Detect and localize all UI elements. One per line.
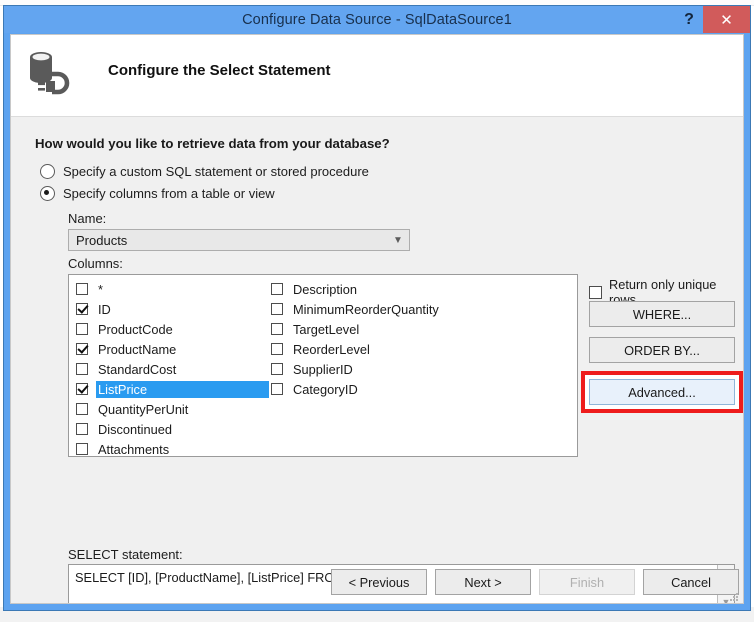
column-item-label: QuantityPerUnit [98, 401, 189, 417]
checkbox-icon-right-4[interactable] [271, 363, 283, 375]
checkbox-icon-right-3[interactable] [271, 343, 283, 355]
column-item-label: ProductCode [98, 321, 173, 337]
order-by-button[interactable]: ORDER BY... [589, 337, 735, 363]
checkbox-icon-left-4[interactable] [76, 363, 88, 375]
dialog-banner: Configure the Select Statement [11, 35, 743, 117]
checkbox-icon-right-5[interactable] [271, 383, 283, 395]
column-item[interactable]: ID [74, 299, 269, 319]
next-button[interactable]: Next > [435, 569, 531, 595]
column-item-label: TargetLevel [293, 321, 360, 337]
where-button[interactable]: WHERE... [589, 301, 735, 327]
resize-grip[interactable] [728, 590, 740, 602]
checkbox-icon-right-0[interactable] [271, 283, 283, 295]
dialog-client-area: Configure the Select Statement How would… [10, 34, 744, 604]
column-item-label: ProductName [98, 341, 177, 357]
checkbox-icon-left-0[interactable] [76, 283, 88, 295]
question-label: How would you like to retrieve data from… [35, 136, 390, 151]
column-item-label: Attachments [98, 441, 170, 457]
checkbox-icon-unique-rows [589, 285, 602, 299]
configure-data-source-dialog: Configure Data Source - SqlDataSource1 ?… [3, 5, 751, 611]
column-item-label: * [98, 281, 103, 297]
dialog-content: How would you like to retrieve data from… [11, 117, 743, 603]
cancel-button[interactable]: Cancel [643, 569, 739, 595]
page-title: Configure the Select Statement [108, 62, 331, 79]
column-item[interactable]: Description [269, 279, 519, 299]
checkbox-icon-left-8[interactable] [76, 443, 88, 455]
finish-button: Finish [539, 569, 635, 595]
column-item-label: ListPrice [96, 380, 269, 398]
advanced-button-highlight: Advanced... [581, 371, 743, 413]
radio-custom-sql[interactable]: Specify a custom SQL statement or stored… [40, 164, 369, 179]
column-item[interactable]: MinimumReorderQuantity [269, 299, 519, 319]
column-item[interactable]: QuantityPerUnit [74, 399, 269, 419]
title-bar-buttons: ? ✕ [675, 6, 750, 33]
radio-specify-columns[interactable]: Specify columns from a table or view [40, 186, 275, 201]
column-item[interactable]: ReorderLevel [269, 339, 519, 359]
table-name-dropdown[interactable]: Products ▼ [68, 229, 410, 251]
previous-button[interactable]: < Previous [331, 569, 427, 595]
help-icon[interactable]: ? [675, 6, 703, 33]
column-item[interactable]: ProductCode [74, 319, 269, 339]
select-statement-label: SELECT statement: [68, 547, 183, 562]
column-item-label: Discontinued [98, 421, 172, 437]
checkbox-icon-left-2[interactable] [76, 323, 88, 335]
table-name-value: Products [76, 232, 128, 248]
column-item[interactable]: ProductName [74, 339, 269, 359]
column-item[interactable]: StandardCost [74, 359, 269, 379]
window-title: Configure Data Source - SqlDataSource1 [242, 11, 512, 28]
radio-icon-custom-sql [40, 164, 55, 179]
title-bar: Configure Data Source - SqlDataSource1 ?… [4, 6, 750, 33]
name-label: Name: [68, 211, 107, 226]
column-item-label: SupplierID [293, 361, 353, 377]
column-item[interactable]: SupplierID [269, 359, 519, 379]
column-item[interactable]: CategoryID [269, 379, 519, 399]
checkbox-icon-right-1[interactable] [271, 303, 283, 315]
column-item-label: Description [293, 281, 358, 297]
checkbox-icon-right-2[interactable] [271, 323, 283, 335]
column-item-label: MinimumReorderQuantity [293, 301, 439, 317]
checkbox-icon-left-6[interactable] [76, 403, 88, 415]
checkbox-icon-left-3[interactable] [76, 343, 88, 355]
columns-label: Columns: [68, 256, 123, 271]
checkbox-icon-left-5[interactable] [76, 383, 88, 395]
radio-icon-specify-columns [40, 186, 55, 201]
column-item-label: CategoryID [293, 381, 358, 397]
database-connection-icon [24, 47, 80, 103]
columns-left-group: * ID ProductCode ProductName StandardCost Lis… [74, 279, 269, 459]
column-item[interactable]: Attachments [74, 439, 269, 459]
column-item[interactable]: ListPrice [74, 379, 269, 399]
column-item[interactable]: Discontinued [74, 419, 269, 439]
column-item-label: StandardCost [98, 361, 177, 377]
advanced-button[interactable]: Advanced... [589, 379, 735, 405]
columns-listbox[interactable]: * ID ProductCode ProductName StandardCost Lis… [68, 274, 578, 457]
column-item-label: ID [98, 301, 111, 317]
column-item[interactable]: TargetLevel [269, 319, 519, 339]
columns-right-group: Description MinimumReorderQuantity TargetL… [269, 279, 519, 399]
checkbox-icon-left-1[interactable] [76, 303, 88, 315]
checkbox-icon-left-7[interactable] [76, 423, 88, 435]
radio-custom-sql-label: Specify a custom SQL statement or stored… [63, 164, 369, 179]
column-item-label: ReorderLevel [293, 341, 370, 357]
close-icon[interactable]: ✕ [703, 6, 750, 33]
chevron-down-icon: ▼ [393, 234, 403, 246]
radio-specify-columns-label: Specify columns from a table or view [63, 186, 275, 201]
column-item[interactable]: * [74, 279, 269, 299]
